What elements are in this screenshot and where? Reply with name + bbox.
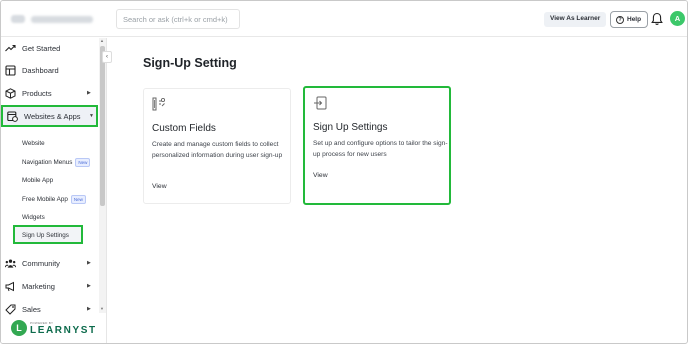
caret-right-icon: ▶ (87, 306, 91, 312)
sidebar-item-label: Websites & Apps (24, 111, 81, 121)
subitem-sign-up-settings[interactable]: Sign Up Settings (22, 232, 69, 239)
subitem-label: Website (22, 140, 45, 147)
top-bar: Search or ask (ctrl+k or cmd+k) View As … (1, 1, 687, 37)
sidebar-item-websites-apps[interactable]: Websites & Apps ▼ (1, 105, 98, 127)
subitem-free-mobile-app[interactable]: Free Mobile App New (22, 195, 86, 204)
megaphone-icon (5, 281, 16, 292)
custom-fields-icon (152, 97, 166, 111)
new-badge: New (75, 158, 91, 167)
sidebar-item-label: Marketing (22, 281, 55, 291)
help-button[interactable]: ? Help (610, 11, 649, 28)
avatar[interactable]: A (670, 11, 685, 26)
caret-right-icon: ▶ (87, 90, 91, 96)
help-icon: ? (616, 15, 624, 24)
sidebar-item-sales[interactable]: Sales ▶ (1, 299, 98, 319)
tag-icon (5, 304, 16, 315)
sign-in-icon (314, 96, 327, 110)
caret-down-icon: ▼ (89, 113, 94, 119)
sidebar-item-products[interactable]: Products ▶ (1, 83, 98, 103)
sidebar-item-label: Products (22, 88, 52, 98)
community-icon (5, 258, 16, 269)
card-description: Create and manage custom fields to colle… (152, 141, 283, 159)
subitem-label: Free Mobile App (22, 196, 68, 203)
sidebar-item-label: Community (22, 258, 60, 268)
subitem-mobile-app[interactable]: Mobile App (22, 177, 53, 184)
sidebar: ▲ ▼ Get Started Dashboard Products ▶ Web… (1, 38, 107, 343)
caret-right-icon: ▶ (87, 260, 91, 266)
card-description: Set up and configure options to tailor t… (313, 140, 448, 158)
subitem-widgets[interactable]: Widgets (22, 214, 45, 221)
card-sign-up-settings[interactable]: Sign Up Settings Set up and configure op… (303, 86, 451, 205)
sidebar-item-marketing[interactable]: Marketing ▶ (1, 276, 98, 296)
sidebar-item-label: Get Started (22, 43, 61, 53)
logo-name: LEARNYST (30, 324, 97, 336)
sign-up-settings-view-link[interactable]: View (313, 172, 328, 179)
subitem-label: Mobile App (22, 177, 54, 184)
scroll-down-icon[interactable]: ▼ (100, 306, 104, 311)
card-title: Sign Up Settings (313, 122, 388, 133)
custom-fields-view-link[interactable]: View (152, 183, 167, 190)
subitem-label: Widgets (22, 214, 45, 221)
dashboard-icon (5, 64, 16, 76)
box-icon (5, 87, 16, 99)
scroll-up-icon[interactable]: ▲ (100, 38, 104, 43)
sidebar-item-label: Dashboard (22, 65, 59, 75)
search-input[interactable]: Search or ask (ctrl+k or cmd+k) (116, 9, 240, 29)
logo-mark: L (11, 320, 27, 336)
bell-icon[interactable] (651, 12, 663, 26)
sidebar-item-dashboard[interactable]: Dashboard (1, 60, 98, 80)
website-icon (7, 110, 18, 122)
card-title: Custom Fields (152, 123, 216, 134)
sidebar-item-community[interactable]: Community ▶ (1, 253, 98, 273)
school-name-blurred (11, 14, 111, 24)
app-window: Search or ask (ctrl+k or cmd+k) View As … (0, 0, 688, 344)
sidebar-scroll-thumb[interactable] (100, 46, 105, 206)
page-title: Sign-Up Setting (143, 56, 237, 70)
card-custom-fields[interactable]: Custom Fields Create and manage custom f… (143, 88, 291, 204)
sidebar-item-label: Sales (22, 304, 41, 314)
subitem-website[interactable]: Website (22, 140, 45, 147)
help-label: Help (627, 16, 642, 23)
sidebar-item-get-started[interactable]: Get Started (1, 38, 98, 58)
trend-icon (5, 43, 16, 54)
new-badge: New (70, 195, 86, 204)
subitem-navigation-menus[interactable]: Navigation Menus New (22, 158, 91, 167)
subitem-label: Navigation Menus (22, 159, 73, 166)
collapse-sidebar-icon[interactable]: ‹ (102, 51, 112, 63)
caret-right-icon: ▶ (87, 283, 91, 289)
subitem-label: Sign Up Settings (22, 232, 69, 239)
view-as-learner-button[interactable]: View As Learner (544, 12, 607, 27)
learnyst-logo: L POWERED BY LEARNYST (11, 319, 97, 337)
